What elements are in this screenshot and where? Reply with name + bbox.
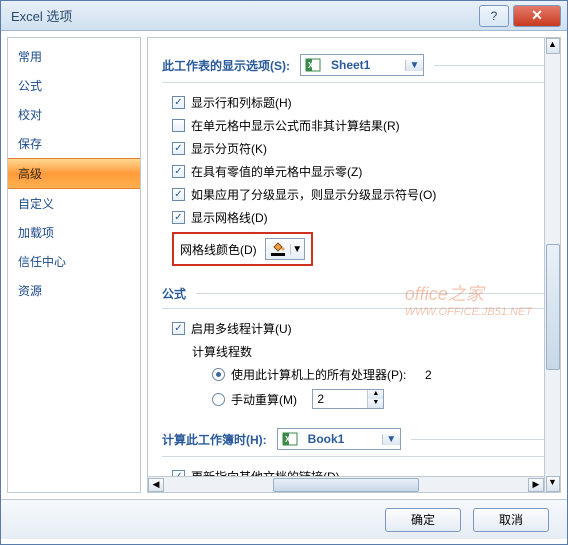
chevron-down-icon: ▼ [405, 60, 423, 71]
options-dialog: Excel 选项 ? ✕ 常用 公式 校对 保存 高级 自定义 加载项 信任中心… [0, 0, 568, 545]
window-title: Excel 选项 [11, 6, 479, 25]
svg-text:X: X [308, 61, 314, 70]
sidebar-item-formulas[interactable]: 公式 [8, 71, 140, 100]
opt-gridlines[interactable]: ✓显示网格线(D) [162, 206, 546, 229]
close-button[interactable]: ✕ [513, 5, 561, 27]
sidebar-item-proofing[interactable]: 校对 [8, 100, 140, 129]
opt-multithread[interactable]: ✓启用多线程计算(U) [162, 317, 546, 340]
worksheet-icon: X [305, 57, 321, 73]
spin-down-icon[interactable]: ▼ [368, 399, 383, 408]
opt-show-formulas[interactable]: 在单元格中显示公式而非其计算结果(R) [162, 114, 546, 137]
checkbox-checked-icon: ✓ [172, 165, 185, 178]
scroll-down-icon[interactable]: ▼ [546, 476, 560, 492]
opt-page-breaks[interactable]: ✓显示分页符(K) [162, 137, 546, 160]
scroll-thumb[interactable] [546, 244, 560, 371]
checkbox-checked-icon: ✓ [172, 322, 185, 335]
spin-up-icon[interactable]: ▲ [368, 390, 383, 399]
dialog-footer: 确定 取消 [1, 499, 567, 539]
section-worksheet-display: 此工作表的显示选项(S): X Sheet1 ▼ [162, 48, 546, 83]
radio-all-processors[interactable]: 使用此计算机上的所有处理器(P): 2 [162, 363, 546, 386]
opt-outline-symbols[interactable]: ✓如果应用了分级显示，则显示分级显示符号(O) [162, 183, 546, 206]
highlight-box: 网格线颜色(D) ▼ [172, 232, 313, 266]
checkbox-unchecked-icon [172, 119, 185, 132]
thread-count-input[interactable] [313, 390, 367, 408]
opt-row-headers[interactable]: ✓显示行和列标题(H) [162, 91, 546, 114]
scroll-up-icon[interactable]: ▲ [546, 38, 560, 54]
scroll-left-icon[interactable]: ◀ [148, 478, 164, 492]
chevron-down-icon: ▼ [382, 434, 400, 445]
checkbox-checked-icon: ✓ [172, 96, 185, 109]
thread-count-spinner[interactable]: ▲▼ [312, 389, 384, 409]
help-button[interactable]: ? [479, 5, 509, 27]
horizontal-scrollbar[interactable]: ◀ ▶ [148, 476, 544, 492]
section-workbook-calc: 计算此工作簿时(H): X Book1 ▼ [162, 422, 546, 457]
gridline-color-picker[interactable]: ▼ [265, 238, 305, 260]
content-area: 常用 公式 校对 保存 高级 自定义 加载项 信任中心 资源 此工作表的显示选项… [1, 31, 567, 499]
scroll-right-icon[interactable]: ▶ [528, 478, 544, 492]
radio-selected-icon [212, 368, 225, 381]
window-buttons: ? ✕ [479, 5, 567, 27]
chevron-down-icon: ▼ [290, 244, 304, 255]
paint-bucket-icon [266, 242, 290, 256]
sidebar-item-resources[interactable]: 资源 [8, 276, 140, 305]
sidebar-item-save[interactable]: 保存 [8, 129, 140, 158]
gridline-color-row: 网格线颜色(D) ▼ [162, 229, 546, 269]
workbook-icon: X [282, 431, 298, 447]
sidebar-item-addins[interactable]: 加载项 [8, 218, 140, 247]
sheet-selector[interactable]: X Sheet1 ▼ [300, 54, 424, 76]
checkbox-checked-icon: ✓ [172, 211, 185, 224]
svg-text:X: X [285, 435, 291, 444]
radio-manual[interactable]: 手动重算(M) ▲▼ [162, 386, 546, 412]
workbook-selector[interactable]: X Book1 ▼ [277, 428, 401, 450]
sidebar-item-trust[interactable]: 信任中心 [8, 247, 140, 276]
checkbox-checked-icon: ✓ [172, 142, 185, 155]
vertical-scrollbar[interactable]: ▲ ▼ [544, 38, 560, 492]
sidebar-item-general[interactable]: 常用 [8, 42, 140, 71]
section-title: 计算此工作簿时(H): [162, 431, 267, 448]
radio-unselected-icon [212, 393, 225, 406]
cancel-button[interactable]: 取消 [473, 508, 549, 532]
scroll-thumb[interactable] [273, 478, 419, 492]
threads-label-row: 计算线程数 [162, 340, 546, 363]
section-formulas: 公式 [162, 279, 546, 309]
sheet-value: Sheet1 [325, 58, 405, 72]
sidebar-item-advanced[interactable]: 高级 [8, 158, 140, 189]
category-sidebar: 常用 公式 校对 保存 高级 自定义 加载项 信任中心 资源 [7, 37, 141, 493]
titlebar: Excel 选项 ? ✕ [1, 1, 567, 31]
sidebar-item-customize[interactable]: 自定义 [8, 189, 140, 218]
checkbox-checked-icon: ✓ [172, 188, 185, 201]
section-title: 此工作表的显示选项(S): [162, 57, 290, 74]
section-title: 公式 [162, 285, 186, 302]
workbook-value: Book1 [302, 432, 382, 446]
ok-button[interactable]: 确定 [385, 508, 461, 532]
processor-count: 2 [425, 368, 432, 382]
gridline-color-label: 网格线颜色(D) [180, 241, 257, 258]
settings-panel: 此工作表的显示选项(S): X Sheet1 ▼ ✓显示行和列标题(H) 在单元… [147, 37, 561, 493]
opt-show-zero[interactable]: ✓在具有零值的单元格中显示零(Z) [162, 160, 546, 183]
